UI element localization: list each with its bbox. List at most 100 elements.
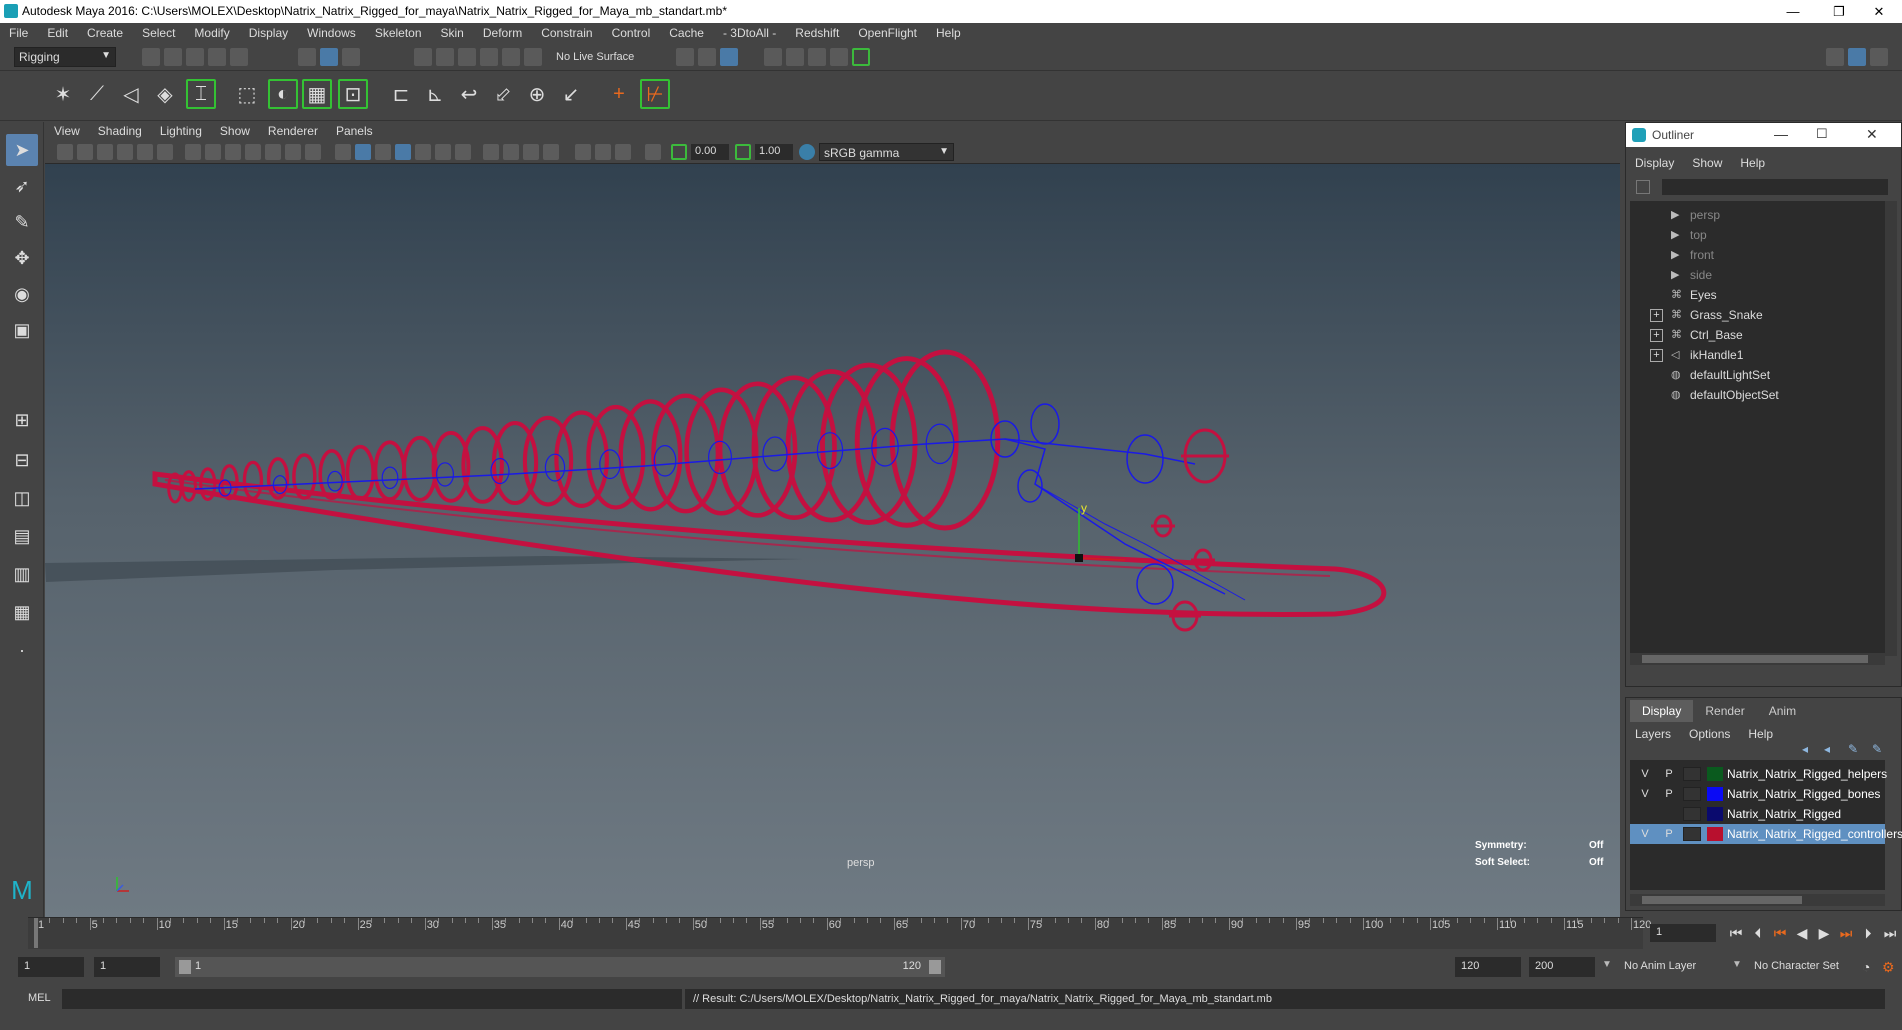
spine-controller-rings[interactable]	[167, 349, 1001, 531]
step-back-frame-icon[interactable]: ⏴	[1748, 923, 1768, 943]
isolate-select-icon[interactable]	[543, 144, 559, 160]
color-management-icon[interactable]	[799, 144, 815, 160]
render-setup-icon[interactable]	[852, 48, 870, 66]
redo-icon[interactable]	[230, 48, 248, 66]
end-time-field[interactable]: 200	[1529, 957, 1595, 977]
bind-skin-icon[interactable]: +	[604, 79, 634, 109]
layer-row[interactable]: V P Natrix_Natrix_Rigged_bones	[1630, 784, 1885, 804]
menu-create[interactable]: Create	[78, 23, 133, 43]
filter-toggle-icon[interactable]	[1636, 180, 1650, 194]
play-forwards-icon[interactable]: ▶	[1814, 923, 1834, 943]
xray-components-icon[interactable]	[615, 144, 631, 160]
viewport-scene[interactable]: y persp Symmetry: Off Soft Select: Off	[45, 164, 1620, 917]
range-start-handle[interactable]	[179, 960, 191, 974]
snap-curve-icon[interactable]	[436, 48, 454, 66]
pole-vector-constraint-icon[interactable]: ↙	[556, 79, 586, 109]
outliner-menu-display[interactable]: Display	[1626, 153, 1683, 173]
multisample-aa-icon[interactable]	[503, 144, 519, 160]
tab-anim[interactable]: Anim	[1757, 700, 1808, 722]
menu-cache[interactable]: Cache	[660, 23, 714, 43]
expand-icon[interactable]: +	[1650, 329, 1663, 342]
menu-windows[interactable]: Windows	[298, 23, 366, 43]
hypershade-layout-icon[interactable]: ▥	[6, 558, 38, 590]
minimize-icon[interactable]: —	[1774, 126, 1788, 142]
new-layer-icon[interactable]: ✎	[1848, 742, 1858, 756]
layer-menu-layers[interactable]: Layers	[1626, 724, 1680, 744]
preferences-icon[interactable]: ⚙	[1882, 959, 1895, 976]
undo-icon[interactable]	[208, 48, 226, 66]
layer-display-type-toggle[interactable]	[1683, 807, 1701, 821]
parent-constraint-icon[interactable]: ⊕	[522, 79, 552, 109]
gate-mask-icon[interactable]	[245, 144, 261, 160]
outliner-item-side[interactable]: ▶ side	[1630, 265, 1885, 285]
go-to-end-icon[interactable]: ⏭	[1880, 923, 1900, 943]
viewport-panel[interactable]: View Shading Lighting Show Renderer Panels 0.…	[45, 122, 1620, 917]
menu-modify[interactable]: Modify	[185, 23, 239, 43]
tool-settings-toggle-icon[interactable]	[1870, 48, 1888, 66]
menu-help[interactable]: Help	[927, 23, 971, 43]
safe-title-icon[interactable]	[305, 144, 321, 160]
field-chart-icon[interactable]	[265, 144, 281, 160]
viewport-menu-panels[interactable]: Panels	[327, 122, 382, 140]
locator-icon[interactable]: ⌶	[186, 79, 216, 109]
color-space-select[interactable]: sRGB gamma ▼	[819, 143, 954, 161]
move-tool-icon[interactable]: ✥	[6, 242, 38, 274]
ik-spline-tool-icon[interactable]: ◈	[150, 79, 180, 109]
step-forward-key-icon[interactable]: ⏭	[1836, 923, 1856, 943]
outliner-search-input[interactable]	[1662, 179, 1888, 195]
viewport-menu-renderer[interactable]: Renderer	[259, 122, 327, 140]
resolution-gate-icon[interactable]	[225, 144, 241, 160]
layer-visibility-toggle[interactable]: V	[1636, 826, 1654, 842]
menu-display[interactable]: Display	[240, 23, 298, 43]
scene-canvas[interactable]: y	[45, 164, 1620, 917]
maximize-icon[interactable]: ☐	[1816, 126, 1828, 142]
layer-visibility-toggle[interactable]: V	[1636, 766, 1654, 782]
wireframe-on-shaded-icon[interactable]	[375, 144, 391, 160]
camera-attributes-icon[interactable]	[77, 144, 93, 160]
outliner-item-top[interactable]: ▶ top	[1630, 225, 1885, 245]
current-frame-field[interactable]: 1	[1650, 924, 1716, 942]
expand-icon[interactable]: +	[1650, 349, 1663, 362]
xray-icon[interactable]	[575, 144, 591, 160]
command-input[interactable]	[62, 989, 682, 1009]
step-back-key-icon[interactable]: ⏮	[1770, 923, 1790, 943]
close-icon[interactable]: ✕	[1866, 126, 1878, 143]
snap-surface-icon[interactable]	[502, 48, 520, 66]
outliner-item-persp[interactable]: ▶ persp	[1630, 205, 1885, 225]
range-bar[interactable]: 1 120	[175, 957, 945, 977]
menu-3dtoall[interactable]: - 3DtoAll -	[714, 23, 786, 43]
snap-view-icon[interactable]	[480, 48, 498, 66]
construction-history-icon[interactable]	[676, 48, 694, 66]
layer-color-swatch[interactable]	[1707, 787, 1723, 801]
select-component-icon[interactable]	[342, 48, 360, 66]
joint-tool-icon[interactable]: ✶	[48, 79, 78, 109]
step-forward-frame-icon[interactable]: ⏵	[1858, 923, 1878, 943]
playback-start-field[interactable]: 1	[94, 957, 160, 977]
layer-display-type-toggle[interactable]	[1683, 827, 1701, 841]
aim-constraint-icon[interactable]: ⊾	[420, 79, 450, 109]
graph-layout-icon[interactable]: ▤	[6, 520, 38, 552]
paint-weights-icon[interactable]: ⊬	[640, 79, 670, 109]
layer-playback-toggle[interactable]: P	[1660, 826, 1678, 842]
ipr-render-icon[interactable]	[786, 48, 804, 66]
select-tool-icon[interactable]: ➤	[6, 134, 38, 166]
screen-space-ao-icon[interactable]	[455, 144, 471, 160]
play-backwards-icon[interactable]: ◀	[1792, 923, 1812, 943]
menu-select[interactable]: Select	[133, 23, 185, 43]
playback-end-field[interactable]: 120	[1455, 957, 1521, 977]
paint-select-tool-icon[interactable]: ✎	[6, 206, 38, 238]
outliner-layout-icon[interactable]: ◫	[6, 482, 38, 514]
wrap-deformer-icon[interactable]: ▦	[302, 79, 332, 109]
outliner-item-defaultobjectset[interactable]: ◍ defaultObjectSet	[1630, 385, 1885, 405]
layer-list[interactable]: V P Natrix_Natrix_Rigged_helpers V P Natrix_N…	[1630, 760, 1902, 890]
go-to-start-icon[interactable]: ⏮	[1726, 923, 1746, 943]
single-pane-layout-icon[interactable]: ⊞	[6, 404, 38, 436]
outliner-item-grass-snake[interactable]: + ⌘ Grass_Snake	[1630, 305, 1885, 325]
layer-display-type-toggle[interactable]	[1683, 787, 1701, 801]
select-object-icon[interactable]	[320, 48, 338, 66]
render-layout-icon[interactable]: ▦	[6, 596, 38, 628]
outliner-horizontal-scrollbar[interactable]	[1630, 653, 1885, 665]
layer-visibility-toggle[interactable]: V	[1636, 786, 1654, 802]
layer-visibility-toggle[interactable]	[1636, 806, 1654, 822]
outliner-vertical-scrollbar[interactable]	[1885, 201, 1897, 656]
